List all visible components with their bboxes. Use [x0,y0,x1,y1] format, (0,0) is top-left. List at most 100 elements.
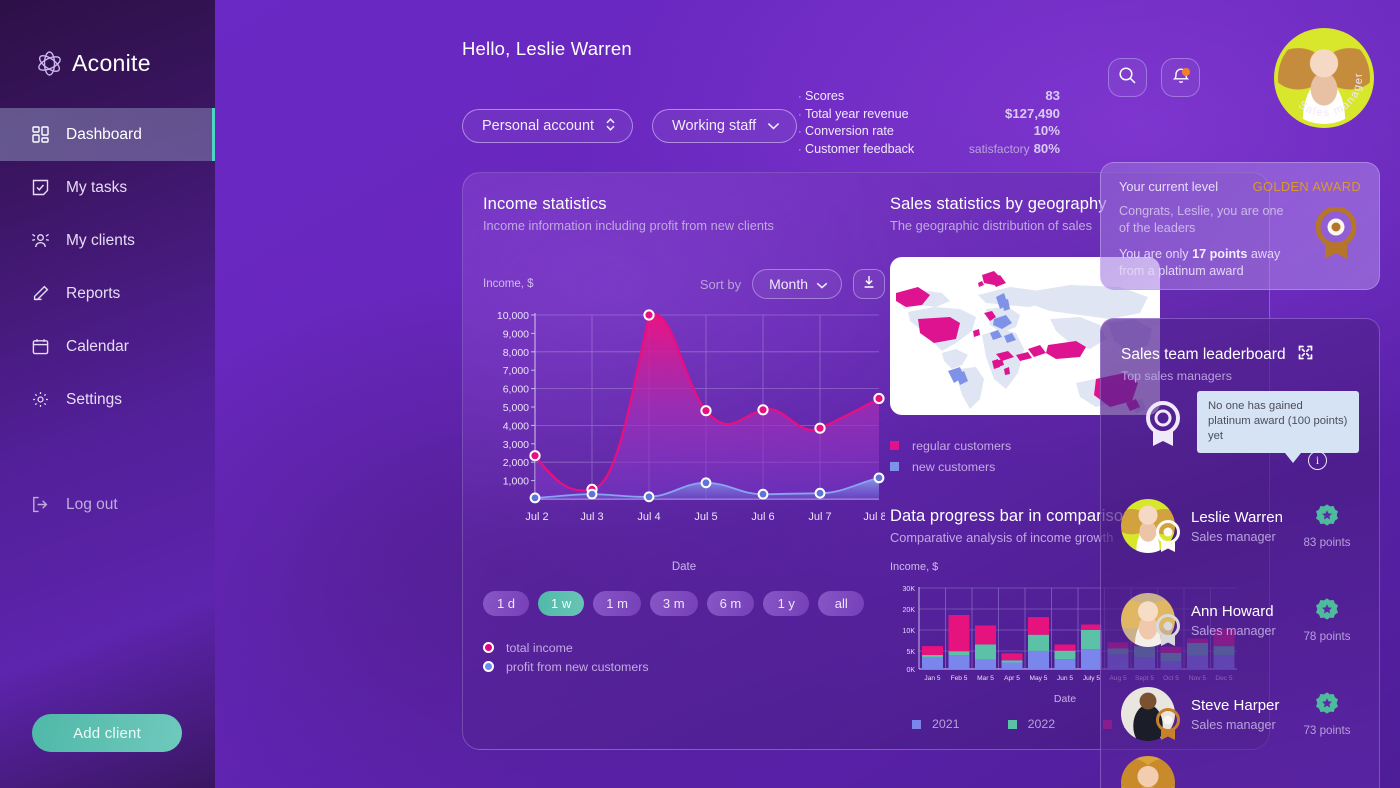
panel-subtitle: Income information including profit from… [483,218,774,233]
kpi-item: · Scores 83 [798,88,1060,106]
kpi-value: 10% [1033,123,1060,139]
download-button[interactable] [853,269,885,299]
legend-item: 2022 [1007,717,1055,731]
svg-text:10,000: 10,000 [497,310,529,322]
kpi-number: 80% [1033,140,1060,156]
income-statistics-panel: Income statistics Income information inc… [483,195,887,676]
points-badge-icon [1315,504,1339,531]
search-button[interactable] [1108,58,1147,97]
legend-swatch-total-income [483,642,494,653]
kpi-value: $127,490 [1004,105,1060,121]
account-select[interactable]: Personal account [462,109,634,143]
leaderboard-points: 73 points [1303,724,1351,737]
sidebar: Aconite Dashboard My tasks My clients Re… [0,0,215,788]
sidebar-item-label: Dashboard [66,125,142,143]
award-medal-icon [1315,206,1357,268]
avatar-ring-text: Sales manager [1296,71,1365,119]
x-tick-label: Jul 5 [694,511,717,523]
x-tick-label: Jul 6 [751,511,774,523]
svg-text:7,000: 7,000 [503,365,529,377]
grid-icon [30,125,50,145]
sort-by-value: Month [769,276,808,292]
gear-icon [30,390,50,410]
points-away-pre: You are only [1119,247,1193,261]
range-button-all[interactable]: all [818,591,865,616]
points-badge-icon [1315,692,1339,719]
x-axis-label: Date [671,561,697,573]
svg-text:Sales manager: Sales manager [1296,71,1365,119]
kpi-qualifier: satisfactory [968,141,1030,156]
leaderboard-name: Ann Howard [1191,602,1274,620]
level-congrats-line2: of the leaders [1119,221,1196,235]
kpi-label: Conversion rate [805,124,894,139]
avatar [1121,593,1180,647]
platinum-tooltip: No one has gained platinum award (100 po… [1197,391,1359,463]
expand-icon[interactable] [1298,345,1313,365]
legend-item: 2021 [912,717,960,731]
avatar[interactable]: Sales manager [1274,28,1374,128]
sidebar-item-dashboard[interactable]: Dashboard [0,108,215,161]
y-tick-label: 10K [903,628,916,635]
sidebar-item-settings[interactable]: Settings [0,373,215,426]
svg-text:5,000: 5,000 [503,402,529,414]
sidebar-item-calendar[interactable]: Calendar [0,320,215,373]
x-tick-label: Feb 5 [951,675,968,682]
panel-title: Income statistics [483,195,607,213]
kpi-value: satisfactory 80% [969,141,1060,156]
sort-by-label: Sort by [699,276,742,292]
sidebar-item-my-tasks[interactable]: My tasks [0,161,215,214]
legend-item: profit from new customers [483,657,885,676]
staff-select[interactable]: Working staff [652,109,798,143]
sidebar-item-label: My tasks [66,178,128,196]
legend-swatch-new-customers [890,462,899,471]
legend-swatch-new-customers [483,661,494,672]
level-award-name: GOLDEN AWARD [1252,179,1361,194]
sidebar-item-reports[interactable]: Reports [0,267,215,320]
points-away-post: away [1247,247,1281,261]
leaderboard-name: Steve Harper [1191,696,1280,714]
leaderboard-role: Sales manager [1191,717,1276,732]
sidebar-item-my-clients[interactable]: My clients [0,214,215,267]
legend-label: total income [506,640,573,655]
legend-item: total income [483,638,885,657]
range-button-1d[interactable]: 1 d [483,591,529,616]
notification-badge [1182,68,1190,76]
gold-medal-icon [1155,520,1181,559]
platinum-medal-icon [1145,401,1181,454]
legend-label: regular customers [912,438,1012,453]
search-icon [1118,66,1137,90]
range-button-1y[interactable]: 1 y [763,591,810,616]
notifications-button[interactable] [1161,58,1200,97]
range-button-3m[interactable]: 3 m [649,591,698,616]
bullet-icon: · [798,143,802,156]
x-tick-label: Mar 5 [977,675,994,682]
leaderboard-row[interactable]: Leslie Warren Sales manager 83 points [1101,479,1379,573]
range-button-1w[interactable]: 1 w [538,591,585,616]
main-content: Hello, Leslie Warren Personal account Wo… [215,0,1400,788]
svg-text:3,000: 3,000 [503,439,529,451]
logout-icon [30,495,50,515]
range-selector: 1 d 1 w 1 m 3 m 6 m 1 y all [483,591,885,616]
y-tick-label: 0K [906,667,915,674]
info-icon[interactable]: i [1308,451,1327,470]
svg-text:2,000: 2,000 [503,457,529,469]
x-tick-label: Jul 3 [580,511,603,523]
level-platinum-line: from a platinum award [1119,264,1244,278]
brand: Aconite [0,0,215,96]
y-tick-label: 30K [903,586,916,593]
leaderboard-row[interactable]: Ann Howard Sales manager 78 points [1101,573,1379,667]
range-button-6m[interactable]: 6 m [706,591,755,616]
range-button-1m[interactable]: 1 m [593,591,641,616]
x-tick-label: Jan 5 [924,675,940,682]
line-chart-legend: total income profit from new customers [483,638,885,676]
leaderboard-row[interactable]: Steve Harper Sales manager 73 points [1101,667,1379,761]
add-client-button[interactable]: Add client [32,714,182,752]
bullet-icon: · [798,126,802,139]
y-axis-label: Income, $ [483,278,534,290]
sort-by-select[interactable]: Month [752,269,842,299]
sidebar-nav: Dashboard My tasks My clients Reports Ca… [0,108,215,531]
kpi-label: Scores [805,89,845,103]
sidebar-item-logout[interactable]: Log out [0,478,215,531]
leaderboard-title: Sales team leaderboard [1121,346,1286,363]
